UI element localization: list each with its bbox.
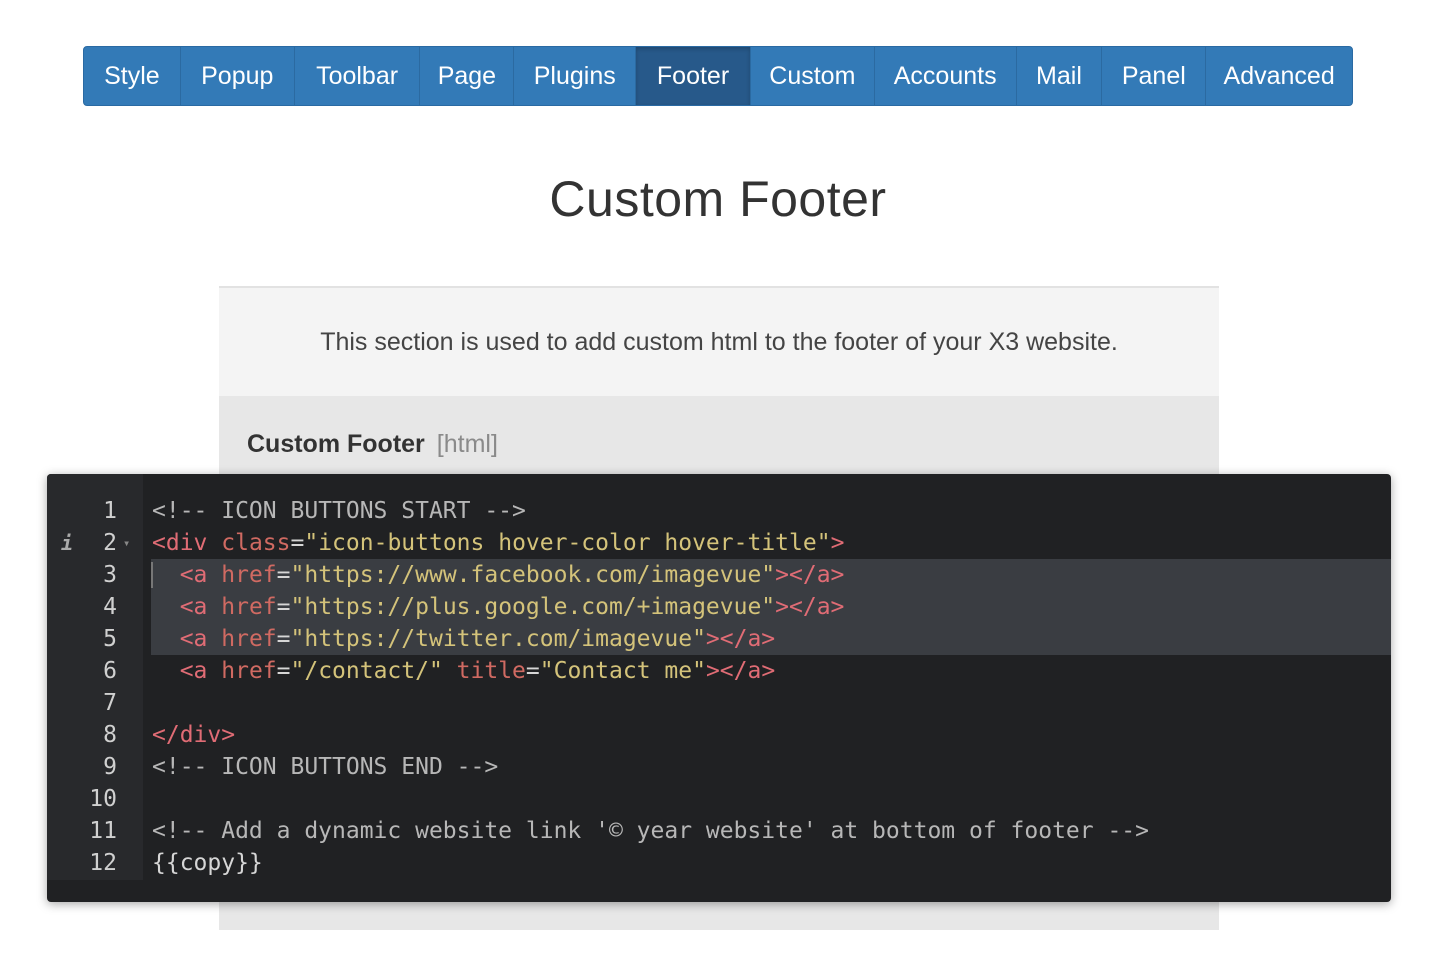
line-number: 6 <box>103 658 117 684</box>
line-number: 12 <box>89 850 117 876</box>
tab-plugins[interactable]: Plugins <box>514 47 637 105</box>
code-token: <!-- ICON BUTTONS START --> <box>152 498 526 524</box>
fold-arrow-icon[interactable]: ▾ <box>123 527 130 559</box>
code-line[interactable]: 1 <!-- ICON BUTTONS START --> <box>47 495 1391 527</box>
code-token: = <box>276 562 291 588</box>
code-token: = <box>276 594 291 620</box>
tab-popup[interactable]: Popup <box>181 47 295 105</box>
code-text[interactable]: <a href="https://plus.google.com/+imagev… <box>151 591 1391 623</box>
line-number: 5 <box>103 626 117 652</box>
code-text[interactable]: <!-- ICON BUTTONS END --> <box>151 751 1391 783</box>
code-text[interactable]: <a href="https://www.facebook.com/imagev… <box>151 559 1391 591</box>
code-token: href <box>221 594 277 620</box>
line-number: 10 <box>89 786 117 812</box>
code-editor[interactable]: 1 <!-- ICON BUTTONS START --> i 2 ▾ <div clas… <box>47 474 1391 902</box>
code-line[interactable]: 10 <box>47 783 1391 815</box>
code-token: </div> <box>152 722 236 748</box>
description-panel: This section is used to add custom html … <box>219 286 1219 396</box>
code-token: ></a> <box>775 562 845 588</box>
code-line[interactable]: 12 {{copy}} <box>47 847 1391 879</box>
tab-accounts[interactable]: Accounts <box>875 47 1017 105</box>
code-token: > <box>830 530 845 556</box>
code-lines: 1 <!-- ICON BUTTONS START --> i 2 ▾ <div clas… <box>47 495 1391 879</box>
line-number: 9 <box>103 754 117 780</box>
code-line[interactable]: 8 </div> <box>47 719 1391 751</box>
code-line[interactable]: 3 <a href="https://www.facebook.com/imag… <box>47 559 1391 591</box>
code-text[interactable]: {{copy}} <box>151 847 1391 879</box>
line-number: 2 <box>103 530 117 556</box>
tab-custom[interactable]: Custom <box>751 47 875 105</box>
code-line[interactable]: 4 <a href="https://plus.google.com/+imag… <box>47 591 1391 623</box>
code-token: <a <box>152 594 222 620</box>
code-line[interactable]: 7 <box>47 687 1391 719</box>
code-line[interactable]: i 2 ▾ <div class="icon-buttons hover-color … <box>47 527 1391 559</box>
code-line[interactable]: 5 <a href="https://twitter.com/imagevue"… <box>47 623 1391 655</box>
line-number: 1 <box>103 498 117 524</box>
code-token: = <box>525 658 540 684</box>
line-number: 3 <box>103 562 117 588</box>
code-token: <!-- ICON BUTTONS END --> <box>152 754 499 780</box>
code-line[interactable]: 11 <!-- Add a dynamic website link '© yea… <box>47 815 1391 847</box>
code-token: "/contact/" <box>290 658 457 684</box>
code-line[interactable]: 6 <a href="/contact/" title="Contact me"… <box>47 655 1391 687</box>
code-token: = <box>290 530 305 556</box>
line-number: 4 <box>103 594 117 620</box>
code-text[interactable]: <!-- Add a dynamic website link '© year … <box>151 815 1391 847</box>
text-cursor <box>151 562 153 588</box>
code-token: <a <box>152 658 222 684</box>
settings-tab-bar: Style Popup Toolbar Page Plugins Footer Custom… <box>83 46 1353 106</box>
description-text: This section is used to add custom html … <box>320 327 1118 356</box>
code-token: "https://www.facebook.com/imagevue" <box>290 562 776 588</box>
code-token: "icon-buttons hover-color hover-title" <box>304 530 831 556</box>
code-token: href <box>221 626 277 652</box>
code-text[interactable]: <!-- ICON BUTTONS START --> <box>151 495 1391 527</box>
tab-toolbar[interactable]: Toolbar <box>295 47 421 105</box>
code-text[interactable]: <a href="https://twitter.com/imagevue"><… <box>151 623 1391 655</box>
page-title: Custom Footer <box>549 171 887 227</box>
line-number: 11 <box>89 818 117 844</box>
code-token: "Contact me" <box>539 658 706 684</box>
code-token: ></a> <box>775 594 845 620</box>
code-text[interactable]: <a href="/contact/" title="Contact me"><… <box>151 655 1391 687</box>
code-token: "https://plus.google.com/+imagevue" <box>290 594 776 620</box>
field-label: Custom Footer [html] <box>247 430 498 459</box>
code-line[interactable]: 9 <!-- ICON BUTTONS END --> <box>47 751 1391 783</box>
tab-advanced[interactable]: Advanced <box>1206 47 1352 105</box>
code-text[interactable]: <div class="icon-buttons hover-color hov… <box>151 527 1391 559</box>
tab-mail[interactable]: Mail <box>1017 47 1103 105</box>
code-token: <a <box>152 562 222 588</box>
code-text[interactable]: </div> <box>151 719 1391 751</box>
code-token: <a <box>152 626 222 652</box>
line-number: 8 <box>103 722 117 748</box>
field-hint: [html] <box>436 430 498 458</box>
tab-footer[interactable]: Footer <box>636 47 751 105</box>
code-text[interactable] <box>151 687 1391 719</box>
code-token: href <box>221 562 277 588</box>
tab-panel[interactable]: Panel <box>1102 47 1207 105</box>
tab-page[interactable]: Page <box>420 47 515 105</box>
code-token: <!-- Add a dynamic website link '© year … <box>152 818 1149 844</box>
code-token: {{copy}} <box>152 850 263 876</box>
code-token: <div <box>152 530 222 556</box>
code-token: class <box>221 530 291 556</box>
code-token: ></a> <box>705 658 776 684</box>
code-text[interactable] <box>151 783 1391 815</box>
tab-style[interactable]: Style <box>84 47 181 105</box>
line-number: 7 <box>103 690 117 716</box>
code-token: = <box>276 658 291 684</box>
field-label-text: Custom Footer <box>247 430 425 458</box>
code-token: = <box>276 626 291 652</box>
code-token: ></a> <box>705 626 776 652</box>
code-token: href <box>221 658 277 684</box>
code-token: "https://twitter.com/imagevue" <box>290 626 706 652</box>
code-token: title <box>456 658 526 684</box>
